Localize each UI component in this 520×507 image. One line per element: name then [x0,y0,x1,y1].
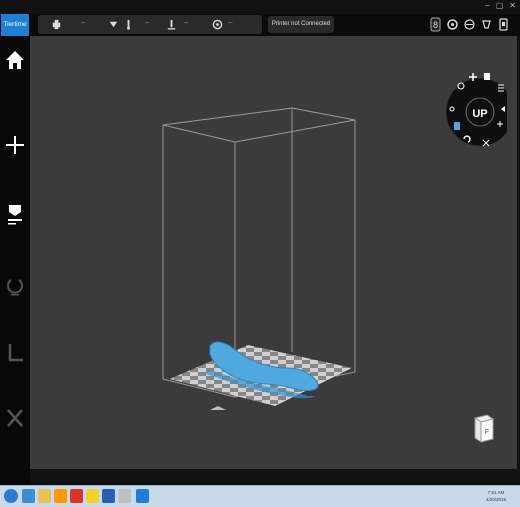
add-model-button[interactable] [3,133,27,157]
print-button[interactable] [3,202,27,226]
nozzle-icon [109,21,118,28]
radial-tool-menu: UP [445,73,507,147]
view-cube-face-label: F [485,429,489,436]
calibrate-icon[interactable] [463,15,476,34]
ruler-button[interactable] [3,341,27,365]
system-clock[interactable]: 7:51 AM 4/20/2019 [486,489,506,503]
maintenance-icon[interactable] [480,15,493,34]
printer-status-strip: – – – – [38,15,262,34]
brand-logo[interactable]: Tiertime [1,14,29,36]
platform-temperature-icon [167,19,176,30]
taskbar-browser-icon[interactable] [22,489,35,503]
maximize-button[interactable]: ▢ [496,1,504,10]
taskbar-paint-icon[interactable] [118,489,131,503]
taskbar-folder-icon[interactable] [38,489,51,503]
3d-viewport[interactable]: UP F [30,36,517,469]
taskbar-media-icon[interactable] [54,489,67,503]
printer-device-icon[interactable] [497,15,510,34]
platform-front-marker [210,406,226,410]
svg-text:8: 8 [433,20,438,30]
ruler-icon [8,344,23,362]
printer-status-button[interactable]: Printer not Connected [268,16,334,33]
printer-icon [52,19,61,30]
home-icon [6,51,24,69]
nozzle-temperature-value: – [145,18,150,27]
material-spool-icon [212,19,223,30]
start-button[interactable] [4,489,18,503]
tools-icon [7,409,23,427]
window-controls: – ▢ ✕ [485,1,516,10]
plus-icon [6,136,24,154]
view-cube[interactable]: F [471,414,495,444]
radial-center-label[interactable]: UP [472,108,487,120]
clock-date: 4/20/2019 [485,497,506,502]
taskbar-up-studio-icon[interactable] [136,489,149,503]
close-button[interactable]: ✕ [509,1,516,10]
minimize-button[interactable]: – [485,1,489,10]
taskbar-arduino-icon[interactable] [86,489,99,503]
taskbar-word-icon[interactable] [102,489,115,503]
radial-material-icon[interactable] [454,122,460,130]
radial-view-icon[interactable] [484,73,490,80]
rotate-button[interactable] [3,274,27,298]
app-window: – ▢ ✕ Tiertime – – – – Printer not Conne… [0,0,520,485]
scene [162,107,356,410]
initialize-icon[interactable]: 8 [429,15,442,34]
printer-value: – [81,18,86,27]
print-icon [8,205,22,225]
settings-icon[interactable] [446,15,459,34]
platform-temperature-value: – [184,18,189,27]
home-button[interactable] [3,48,27,72]
rotate-icon [7,279,23,296]
os-taskbar: 7:51 AM 4/20/2019 [0,485,520,507]
nozzle-temperature-icon [127,19,130,30]
tools-button[interactable] [3,406,27,430]
material-value: – [228,18,233,27]
top-right-toolbar: 8 [429,15,510,34]
clock-time: 7:51 AM [487,490,505,495]
left-sidebar [0,36,30,485]
taskbar-chrome-icon[interactable] [70,489,83,503]
